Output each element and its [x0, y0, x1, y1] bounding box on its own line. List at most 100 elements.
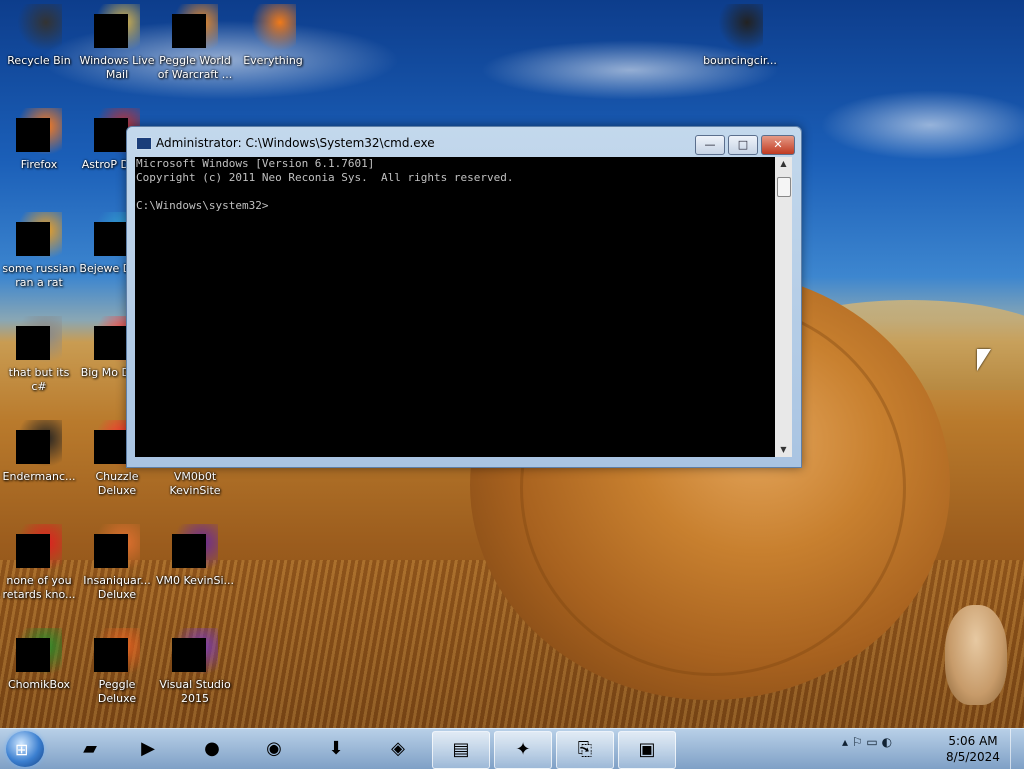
taskbar-globe-button[interactable]: ● [184, 731, 240, 767]
hamster-mascot [945, 605, 1007, 705]
search-icon [250, 4, 296, 50]
desktop-icon[interactable]: that but its c# [0, 316, 78, 394]
taskbar-firefox-button[interactable]: ◉ [246, 731, 302, 767]
scroll-thumb[interactable] [777, 177, 791, 197]
desktop-icon-label: Everything [243, 54, 303, 67]
desktop-icon[interactable]: Visual Studio 2015 [156, 628, 234, 706]
redacted-block [94, 14, 128, 48]
redacted-block [172, 638, 206, 672]
cmd-titlebar[interactable]: Administrator: C:\Windows\System32\cmd.e… [127, 127, 801, 157]
remote-app-icon: ⎘ [577, 739, 593, 760]
network-tool-icon: ✦ [515, 739, 531, 760]
taskbar-virtualbox-button[interactable]: ◈ [370, 731, 426, 767]
desktop-icon[interactable]: Windows Live Mail [78, 4, 156, 82]
redacted-block [172, 534, 206, 568]
recycle-bin-icon [16, 4, 62, 50]
window-title: Administrator: C:\Windows\System32\cmd.e… [156, 136, 435, 150]
virtualbox-icon: ◈ [391, 738, 405, 759]
cmd-icon [136, 137, 152, 150]
clock-date: 8/5/2024 [946, 750, 1000, 764]
firefox-icon: ◉ [266, 738, 282, 759]
console-line [135, 185, 775, 199]
desktop-icon[interactable]: Everything [234, 4, 312, 68]
vertical-scrollbar[interactable]: ▲ ▼ [775, 157, 792, 457]
taskbar-internet-download-manager-button[interactable]: ⬇ [308, 731, 364, 767]
desktop-icon-label: Firefox [20, 158, 58, 171]
desktop-icon[interactable]: Firefox [0, 108, 78, 172]
redacted-block [16, 638, 50, 672]
desktop-icon[interactable]: bouncingcir... [701, 4, 779, 68]
taskbar-remote-app-button[interactable]: ⎘ [556, 731, 614, 769]
taskbar-media-player-button[interactable]: ▶ [120, 731, 176, 767]
windows-logo-icon: ⊞ [15, 740, 29, 759]
taskbar-cmd-button[interactable]: ▣ [618, 731, 676, 769]
cmd-window[interactable]: Administrator: C:\Windows\System32\cmd.e… [126, 126, 802, 468]
desktop-icon-label: none of you retards kno... [2, 574, 76, 601]
desktop-icon-label: some russian ran a rat [2, 262, 76, 289]
clock-time: 5:06 AM [948, 734, 998, 748]
desktop-icon-label: bouncingcir... [703, 54, 777, 67]
scroll-down-icon[interactable]: ▼ [775, 443, 792, 457]
desktop-icon[interactable]: VM0 KevinSi... [156, 524, 234, 588]
app-icon [16, 212, 62, 258]
redacted-block [94, 638, 128, 672]
desktop-icon-label: Endermanc... [2, 470, 76, 483]
desktop-icon[interactable]: Recycle Bin [0, 4, 78, 68]
taskbar-terminal-button[interactable]: ▰ [62, 731, 118, 767]
taskbar-file-explorer-button[interactable]: ▤ [432, 731, 490, 769]
desktop-icon-label: that but its c# [8, 366, 70, 393]
peggle-icon [172, 4, 218, 50]
desktop-icon[interactable]: Peggle World of Warcraft ... [156, 4, 234, 82]
app-icon [16, 628, 62, 674]
redacted-block [94, 118, 128, 152]
scroll-up-icon[interactable]: ▲ [775, 157, 792, 171]
console-prompt: C:\Windows\system32> [136, 199, 269, 212]
system-tray[interactable]: ▴ ⚐ ▭ ◐ [842, 735, 892, 749]
maximize-button[interactable]: □ [728, 135, 758, 155]
show-desktop-button[interactable] [1010, 729, 1024, 769]
minimize-button[interactable]: — [695, 135, 725, 155]
desktop-icon[interactable]: ChomikBox [0, 628, 78, 692]
clock[interactable]: 5:06 AM 8/5/2024 [944, 733, 1002, 765]
desktop-icon-label: Insaniquar... Deluxe [83, 574, 151, 601]
desktop-icon-label: VM0b0t KevinSite [169, 470, 221, 497]
desktop-icon-label: VM0 KevinSi... [156, 574, 235, 587]
app-icon [172, 524, 218, 570]
desktop-icon-label: ChomikBox [8, 678, 70, 691]
mail-icon [94, 4, 140, 50]
app-icon [16, 420, 62, 466]
document-icon [717, 4, 763, 50]
console-line: Microsoft Windows [Version 6.1.7601] [136, 157, 375, 170]
console-line: Copyright (c) 2011 Neo Reconia Sys. All … [136, 171, 514, 184]
desktop-icon-label: Visual Studio 2015 [159, 678, 231, 705]
redacted-block [16, 534, 50, 568]
redacted-block [16, 326, 50, 360]
redacted-block [16, 118, 50, 152]
media-player-icon: ▶ [141, 738, 155, 759]
cmd-icon: ▣ [638, 739, 656, 760]
taskbar-network-tool-button[interactable]: ✦ [494, 731, 552, 769]
redacted-block [172, 14, 206, 48]
app-icon [16, 524, 62, 570]
desktop-icon-label: Windows Live Mail [79, 54, 155, 81]
desktop-icon[interactable]: none of you retards kno... [0, 524, 78, 602]
file-explorer-icon: ▤ [452, 739, 470, 760]
close-button[interactable]: ✕ [761, 135, 795, 155]
desktop-icon-label: Recycle Bin [7, 54, 71, 67]
desktop-icon[interactable]: Endermanc... [0, 420, 78, 484]
desktop-icon[interactable]: some russian ran a rat [0, 212, 78, 290]
redacted-block [94, 534, 128, 568]
desktop-icon-label: Peggle Deluxe [97, 678, 137, 705]
taskbar: ⊞ ▰ ▶ ● ◉ ⬇ ◈ ▤ ✦ ⎘ ▣ ▴ ⚐ ▭ ◐ 5:06 AM 8/5/2024 [0, 728, 1024, 769]
redacted-block [94, 326, 128, 360]
desktop-icon[interactable]: Peggle Deluxe [78, 628, 156, 706]
desktop-icon-label: Peggle World of Warcraft ... [157, 54, 233, 81]
terminal-icon: ▰ [83, 738, 97, 759]
cloud [820, 90, 1024, 160]
redacted-block [16, 430, 50, 464]
mouse-pointer-icon [977, 349, 991, 371]
desktop-icon[interactable]: Insaniquar... Deluxe [78, 524, 156, 602]
globe-icon: ● [204, 738, 220, 759]
console-output[interactable]: Microsoft Windows [Version 6.1.7601] Cop… [135, 157, 775, 457]
start-button[interactable]: ⊞ [6, 731, 44, 767]
